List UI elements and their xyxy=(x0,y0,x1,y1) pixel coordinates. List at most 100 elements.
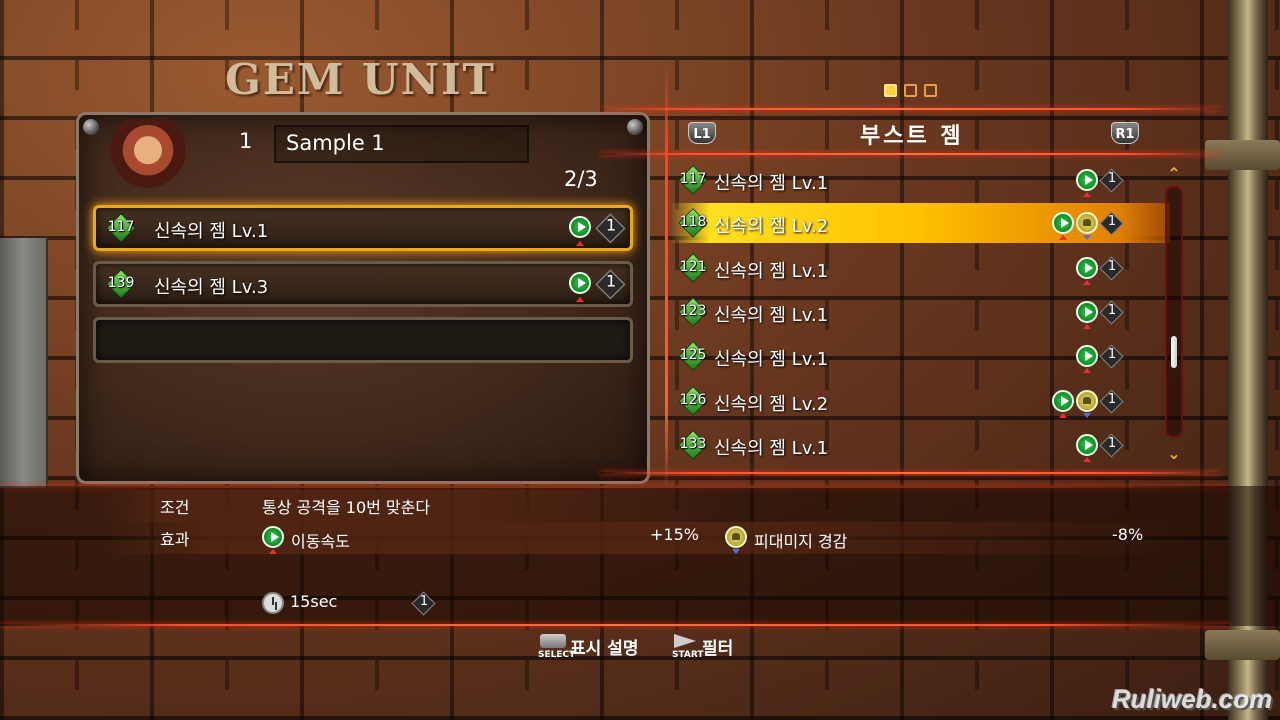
increase-marker-icon xyxy=(576,297,584,302)
list-title: 부스트 젬 xyxy=(860,124,964,149)
pipe-clamp xyxy=(1205,140,1280,170)
speed-up-icon xyxy=(1076,257,1098,279)
unit-name-field[interactable]: Sample 1 xyxy=(274,125,529,163)
screen-title: GEM UNIT xyxy=(225,55,496,104)
cost-icon: 1 xyxy=(411,591,436,616)
increase-marker-icon xyxy=(1083,280,1091,285)
unit-slot-number: 1 xyxy=(239,129,253,153)
speed-up-icon xyxy=(1076,301,1098,323)
gem-name: 신속의 젬 Lv.1 xyxy=(714,305,829,326)
select-action-label[interactable]: 표시 설명 xyxy=(570,634,638,659)
cost-icon: 1 xyxy=(1099,168,1124,193)
divider-line xyxy=(600,472,1220,474)
decrease-marker-icon xyxy=(1083,413,1091,418)
gem-list-item[interactable]: 133 신속의 젬 Lv.1 1 xyxy=(670,425,1170,465)
rivet-icon xyxy=(627,119,643,135)
gem-icon: 139 xyxy=(104,269,138,299)
speed-up-icon xyxy=(569,216,591,238)
r1-button[interactable]: R1 xyxy=(1111,122,1139,144)
scrollbar[interactable] xyxy=(1165,186,1183,438)
scrollbar-thumb[interactable] xyxy=(1171,336,1177,368)
page-dot xyxy=(924,84,937,97)
increase-marker-icon xyxy=(1059,413,1067,418)
damage-reduction-icon xyxy=(1076,212,1098,234)
character-portrait xyxy=(107,119,189,197)
increase-marker-icon xyxy=(1059,235,1067,240)
increase-marker-icon xyxy=(269,549,277,554)
start-action-label[interactable]: 필터 xyxy=(702,634,733,659)
duration: 15sec xyxy=(290,592,338,611)
gem-count: 2/3 xyxy=(564,167,598,191)
start-caption: START xyxy=(672,650,704,660)
gem-list-item[interactable]: 125 신속의 젬 Lv.1 1 xyxy=(670,336,1170,376)
divider-line xyxy=(600,108,1220,110)
watermark: Ruliweb.com xyxy=(1112,684,1273,714)
gem-icon: 133 xyxy=(676,430,710,460)
cost-icon: 1 xyxy=(1099,300,1124,325)
metal-plate xyxy=(0,238,48,488)
increase-marker-icon xyxy=(1083,324,1091,329)
speed-up-icon xyxy=(1076,434,1098,456)
divider-line xyxy=(665,60,668,490)
speed-up-icon xyxy=(1052,390,1074,412)
divider-line xyxy=(600,153,1220,155)
cost-icon: 1 xyxy=(1099,389,1124,414)
gem-icon: 123 xyxy=(676,297,710,327)
effect2-name: 피대미지 경감 xyxy=(754,532,848,551)
equipped-slot-1[interactable]: 117 신속의 젬 Lv.1 1 xyxy=(93,205,633,251)
gem-icon: 118 xyxy=(676,208,710,238)
condition-text: 통상 공격을 10번 맞춘다 xyxy=(262,498,431,517)
equipped-gem-name: 신속의 젬 Lv.1 xyxy=(154,221,269,242)
start-button-icon[interactable] xyxy=(674,634,696,648)
increase-marker-icon xyxy=(576,241,584,246)
gem-name: 신속의 젬 Lv.1 xyxy=(714,349,829,370)
cost-icon: 1 xyxy=(1099,211,1124,236)
effect1-value: +15% xyxy=(650,525,699,544)
condition-label: 조건 xyxy=(160,498,190,517)
decrease-marker-icon xyxy=(1083,235,1091,240)
equipped-gem-name: 신속의 젬 Lv.3 xyxy=(154,277,269,298)
gem-list-item[interactable]: 121 신속의 젬 Lv.1 1 xyxy=(670,248,1170,288)
l1-button[interactable]: L1 xyxy=(688,122,716,144)
equipped-slot-empty[interactable] xyxy=(93,317,633,363)
gem-icon: 117 xyxy=(104,213,138,243)
gem-list-item[interactable]: 123 신속의 젬 Lv.1 1 xyxy=(670,292,1170,332)
damage-reduction-icon xyxy=(1076,390,1098,412)
damage-reduction-icon xyxy=(725,526,747,548)
unit-panel: 1 Sample 1 2/3 117 신속의 젬 Lv.1 1 139 신속의 … xyxy=(76,112,650,484)
gem-icon: 121 xyxy=(676,253,710,283)
decrease-marker-icon xyxy=(732,549,740,554)
gem-icon: 117 xyxy=(676,165,710,195)
cost-icon: 1 xyxy=(1099,256,1124,281)
rivet-icon xyxy=(83,119,99,135)
scroll-up-icon[interactable]: ⌃ xyxy=(1164,164,1184,183)
speed-up-icon xyxy=(1052,212,1074,234)
gem-name: 신속의 젬 Lv.1 xyxy=(714,261,829,282)
gem-name: 신속의 젬 Lv.2 xyxy=(714,394,829,415)
gem-list-item[interactable]: 126 신속의 젬 Lv.2 1 xyxy=(670,381,1170,421)
effect-label: 효과 xyxy=(160,530,190,549)
gem-list-item-selected[interactable]: 118 신속의 젬 Lv.2 1 xyxy=(670,203,1170,243)
gem-icon: 125 xyxy=(676,341,710,371)
effect1-name: 이동속도 xyxy=(291,532,350,551)
cost-icon: 1 xyxy=(595,269,626,300)
gem-name: 신속의 젬 Lv.1 xyxy=(714,438,829,459)
speed-up-icon xyxy=(1076,345,1098,367)
gem-name: 신속의 젬 Lv.1 xyxy=(714,173,829,194)
speed-up-icon xyxy=(569,272,591,294)
increase-marker-icon xyxy=(1083,192,1091,197)
scroll-down-icon[interactable]: ⌄ xyxy=(1164,444,1184,463)
divider-line xyxy=(0,624,1230,626)
speed-up-icon xyxy=(262,526,284,548)
increase-marker-icon xyxy=(1083,457,1091,462)
gem-list-item[interactable]: 117 신속의 젬 Lv.1 1 xyxy=(670,160,1170,200)
clock-icon xyxy=(262,592,284,614)
page-dot xyxy=(904,84,917,97)
cost-icon: 1 xyxy=(1099,433,1124,458)
gem-icon: 126 xyxy=(676,386,710,416)
pipe-clamp xyxy=(1205,630,1280,660)
equipped-slot-2[interactable]: 139 신속의 젬 Lv.3 1 xyxy=(93,261,633,307)
gem-detail-panel: 조건 통상 공격을 10번 맞춘다 효과 이동속도 +15% 피대미지 경감 -… xyxy=(0,486,1280,626)
page-indicator xyxy=(884,84,937,97)
select-button-icon[interactable] xyxy=(540,634,566,648)
